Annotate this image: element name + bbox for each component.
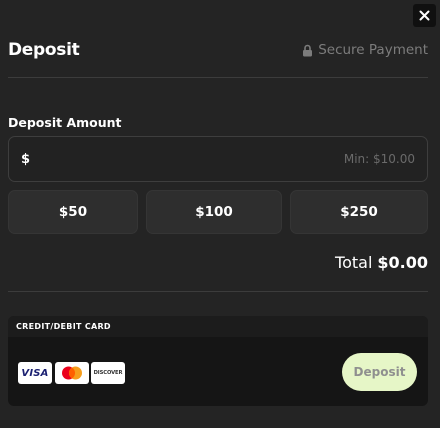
visa-logo-text: VISA bbox=[21, 367, 49, 379]
currency-symbol: $ bbox=[21, 151, 31, 167]
deposit-submit-button[interactable]: Deposit bbox=[342, 353, 417, 391]
page-title: Deposit bbox=[8, 40, 80, 60]
quick-amount-50-button[interactable]: $50 bbox=[8, 190, 138, 234]
close-icon bbox=[419, 10, 430, 21]
deposit-amount-input[interactable] bbox=[36, 152, 415, 166]
visa-icon: VISA bbox=[18, 362, 52, 384]
discover-icon: DISCOVER bbox=[91, 362, 125, 384]
total: Total $0.00 bbox=[335, 253, 428, 272]
total-label: Total bbox=[335, 253, 373, 272]
deposit-amount-label: Deposit Amount bbox=[8, 115, 122, 130]
close-button[interactable] bbox=[413, 4, 436, 27]
secure-payment-badge: Secure Payment bbox=[302, 42, 428, 58]
quick-amount-100-button[interactable]: $100 bbox=[146, 190, 282, 234]
header-divider bbox=[8, 77, 428, 78]
mastercard-logo bbox=[62, 366, 82, 380]
lock-icon bbox=[303, 44, 313, 56]
quick-amount-250-button[interactable]: $250 bbox=[290, 190, 428, 234]
section-divider bbox=[8, 291, 428, 292]
total-value: $0.00 bbox=[377, 253, 428, 272]
secure-payment-label: Secure Payment bbox=[318, 42, 428, 58]
mastercard-icon bbox=[55, 362, 89, 384]
card-panel-title: CREDIT/DEBIT CARD bbox=[8, 316, 428, 337]
discover-logo-text: DISCOVER bbox=[93, 370, 123, 376]
deposit-amount-field[interactable]: $ bbox=[8, 136, 428, 182]
